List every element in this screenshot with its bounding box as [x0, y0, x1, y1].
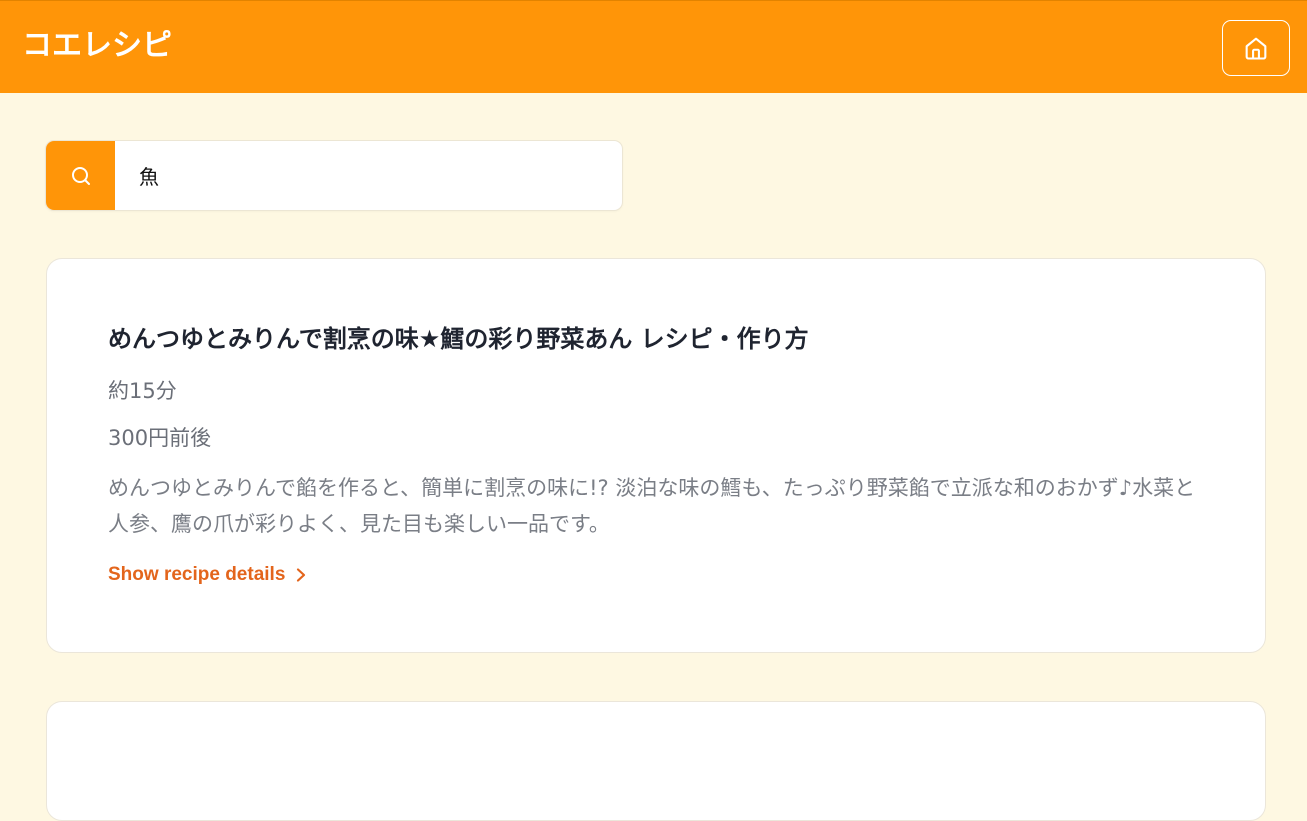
recipe-price: 300円前後 [108, 426, 212, 450]
search-icon [71, 166, 90, 185]
recipe-card: めんつゆとみりんで割烹の味★鱈の彩り野菜あん レシピ・作り方 約15分 300円… [46, 258, 1266, 653]
show-recipe-details-link[interactable]: Show recipe details [108, 561, 307, 589]
search-input[interactable] [115, 141, 622, 210]
search-bar [46, 141, 622, 210]
recipe-card [46, 701, 1266, 821]
app-header: コエレシピ [0, 0, 1307, 93]
app-title: コエレシピ [22, 28, 172, 63]
show-recipe-details-label: Show recipe details [108, 564, 286, 585]
recipe-title: めんつゆとみりんで割烹の味★鱈の彩り野菜あん レシピ・作り方 [108, 325, 809, 353]
recipe-time: 約15分 [108, 379, 177, 403]
search-button[interactable] [46, 141, 115, 210]
home-button[interactable] [1222, 20, 1290, 76]
chevron-right-icon [297, 568, 306, 582]
home-icon [1245, 37, 1267, 60]
recipe-description: めんつゆとみりんで餡を作ると、簡単に割烹の味に!? 淡泊な味の鱈も、たっぷり野菜… [108, 476, 1196, 536]
